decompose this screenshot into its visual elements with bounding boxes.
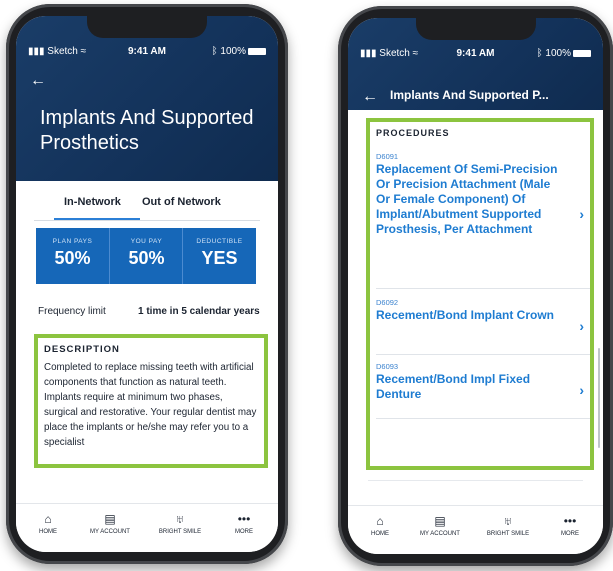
- nav-label: HOME: [39, 529, 57, 535]
- stat-label: PLAN PAYS: [52, 238, 93, 245]
- nav-my-account[interactable]: ▤ MY ACCOUNT: [80, 512, 140, 535]
- chevron-right-icon[interactable]: ›: [579, 206, 584, 222]
- description-heading: DESCRIPTION: [44, 344, 120, 355]
- stat-value: 50%: [128, 248, 165, 268]
- status-bar: ▮▮▮ Sketch ≈ 9:41 AM ᛒ 100%: [28, 46, 266, 60]
- procedure-item[interactable]: D6091 Replacement Of Semi-Precision Or P…: [376, 152, 584, 237]
- more-icon: •••: [563, 514, 577, 528]
- stat-you-pay: YOU PAY 50%: [109, 228, 183, 284]
- more-icon: •••: [237, 512, 251, 526]
- nav-bright-smile[interactable]: ♅ BRIGHT SMILE: [478, 514, 538, 537]
- account-icon: ▤: [434, 514, 446, 528]
- header: ▮▮▮ Sketch ≈ 9:41 AM ᛒ 100% ← Implants A…: [16, 16, 278, 181]
- chevron-right-icon[interactable]: ›: [579, 318, 584, 334]
- nav-bright-smile[interactable]: ♅ BRIGHT SMILE: [150, 512, 210, 535]
- nav-more[interactable]: ••• MORE: [214, 512, 274, 535]
- stat-plan-pays: PLAN PAYS 50%: [36, 228, 109, 284]
- page-title: Implants And Supported Prosthetics: [40, 107, 254, 154]
- divider: [376, 288, 590, 289]
- page-title: Implants And Supported P...: [390, 88, 549, 102]
- active-tab-indicator: [54, 218, 140, 220]
- stat-label: DEDUCTIBLE: [196, 238, 243, 245]
- frequency-row: Frequency limit 1 time in 5 calendar yea…: [38, 306, 278, 317]
- account-icon: ▤: [104, 512, 116, 526]
- nav-label: BRIGHT SMILE: [486, 531, 530, 537]
- status-bar: ▮▮▮ Sketch ≈ 9:41 AM ᛒ 100%: [360, 48, 591, 62]
- stat-label: YOU PAY: [130, 238, 163, 245]
- tab-out-of-network[interactable]: Out of Network: [142, 196, 221, 208]
- frequency-label: Frequency limit: [38, 306, 106, 317]
- home-icon: ⌂: [44, 512, 52, 526]
- nav-label: MORE: [561, 531, 579, 537]
- coverage-stats: PLAN PAYS 50% YOU PAY 50% DEDUCTIBLE YES: [36, 228, 256, 284]
- nav-label: MORE: [235, 529, 253, 535]
- back-arrow-icon[interactable]: ←: [362, 88, 378, 106]
- nav-home[interactable]: ⌂ HOME: [18, 512, 78, 535]
- chevron-right-icon[interactable]: ›: [579, 382, 584, 398]
- screen-left: ▮▮▮ Sketch ≈ 9:41 AM ᛒ 100% ← Implants A…: [16, 16, 278, 552]
- stat-value: YES: [201, 248, 238, 268]
- battery-indicator: ᛒ 100%: [537, 48, 591, 59]
- nav-my-account[interactable]: ▤ MY ACCOUNT: [410, 514, 470, 537]
- description-text: Completed to replace missing teeth with …: [44, 362, 257, 448]
- notch: [87, 16, 207, 38]
- tab-in-network[interactable]: In-Network: [64, 196, 121, 208]
- phone-frame-left: ▮▮▮ Sketch ≈ 9:41 AM ᛒ 100% ← Implants A…: [6, 4, 288, 564]
- phone-frame-right: ▮▮▮ Sketch ≈ 9:41 AM ᛒ 100% ← Implants A…: [338, 6, 613, 566]
- procedures-panel: PROCEDURES D6091 Replacement Of Semi-Pre…: [366, 118, 594, 470]
- divider: [368, 480, 583, 481]
- scrollbar[interactable]: [598, 348, 600, 448]
- nav-label: BRIGHT SMILE: [158, 529, 202, 535]
- tooth-icon: ♅: [175, 512, 185, 526]
- procedure-code: D6092: [376, 298, 399, 307]
- nav-home[interactable]: ⌂ HOME: [350, 514, 410, 537]
- procedure-code: D6093: [376, 362, 399, 371]
- procedure-item[interactable]: D6093 Recement/Bond Impl Fixed Denture ›: [376, 362, 584, 402]
- procedure-name: Recement/Bond Impl Fixed Denture: [376, 372, 531, 401]
- bottom-nav: ⌂ HOME ▤ MY ACCOUNT ♅ BRIGHT SMILE ••• M…: [348, 505, 603, 554]
- network-tabs: In-Network Out of Network: [16, 184, 278, 224]
- bottom-nav: ⌂ HOME ▤ MY ACCOUNT ♅ BRIGHT SMILE ••• M…: [16, 503, 278, 552]
- tooth-icon: ♅: [503, 514, 513, 528]
- procedure-name: Replacement Of Semi-Precision Or Precisi…: [376, 162, 558, 236]
- procedures-heading: PROCEDURES: [376, 128, 450, 138]
- notch: [415, 18, 536, 40]
- battery-indicator: ᛒ 100%: [212, 46, 266, 57]
- nav-more[interactable]: ••• MORE: [540, 514, 600, 537]
- battery-icon: [573, 49, 591, 57]
- frequency-value: 1 time in 5 calendar years: [138, 306, 260, 317]
- description-panel: DESCRIPTION Completed to replace missing…: [34, 334, 268, 468]
- nav-label: HOME: [371, 531, 389, 537]
- procedure-item[interactable]: D6092 Recement/Bond Implant Crown ›: [376, 298, 584, 334]
- battery-icon: [248, 47, 266, 55]
- divider: [376, 418, 590, 419]
- procedure-code: D6091: [376, 152, 399, 161]
- screen-right: ▮▮▮ Sketch ≈ 9:41 AM ᛒ 100% ← Implants A…: [348, 18, 603, 554]
- stat-value: 50%: [54, 248, 91, 268]
- nav-label: MY ACCOUNT: [90, 529, 130, 535]
- divider: [376, 354, 590, 355]
- procedure-name: Recement/Bond Implant Crown: [376, 308, 555, 322]
- stat-deductible: DEDUCTIBLE YES: [182, 228, 256, 284]
- tabs-divider: [34, 220, 260, 221]
- nav-label: MY ACCOUNT: [420, 531, 460, 537]
- back-arrow-icon[interactable]: ←: [30, 72, 46, 90]
- home-icon: ⌂: [376, 514, 384, 528]
